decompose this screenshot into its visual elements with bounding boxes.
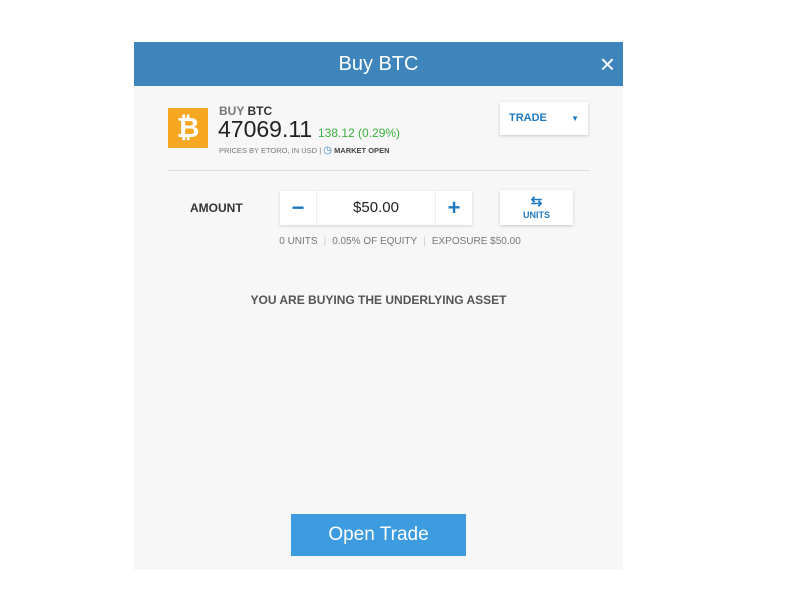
price: 47069.11 (218, 116, 313, 142)
caret-down-icon: ▼ (571, 114, 579, 123)
clock-icon: ◷ (323, 145, 332, 156)
dialog-header: Buy BTC × (134, 42, 623, 86)
amount-label: AMOUNT (190, 201, 243, 215)
btc-logo: ₿ (168, 108, 208, 148)
market-status: MARKET OPEN (334, 146, 390, 155)
increase-button[interactable]: + (436, 191, 472, 225)
units-toggle-button[interactable]: ⇆ UNITS (500, 190, 573, 225)
decrease-button[interactable]: − (280, 191, 316, 225)
price-change: 138.12 (0.29%) (318, 126, 401, 140)
amount-input[interactable]: $50.00 (316, 191, 436, 225)
amount-info: 0 UNITS | 0.05% OF EQUITY | EXPOSURE $50.00 (279, 236, 521, 247)
trade-dropdown[interactable]: TRADE ▼ (500, 102, 588, 135)
close-icon[interactable]: × (600, 42, 615, 86)
amount-stepper[interactable]: − $50.00 + (280, 191, 472, 225)
divider (168, 170, 590, 171)
open-trade-button[interactable]: Open Trade (291, 514, 466, 556)
price-source: PRICES BY ETORO, IN USD | ◷ MARKET OPEN (219, 145, 390, 156)
asset-note: YOU ARE BUYING THE UNDERLYING ASSET (250, 293, 507, 307)
swap-icon: ⇆ (530, 193, 543, 209)
dialog-title: Buy BTC (338, 53, 419, 75)
